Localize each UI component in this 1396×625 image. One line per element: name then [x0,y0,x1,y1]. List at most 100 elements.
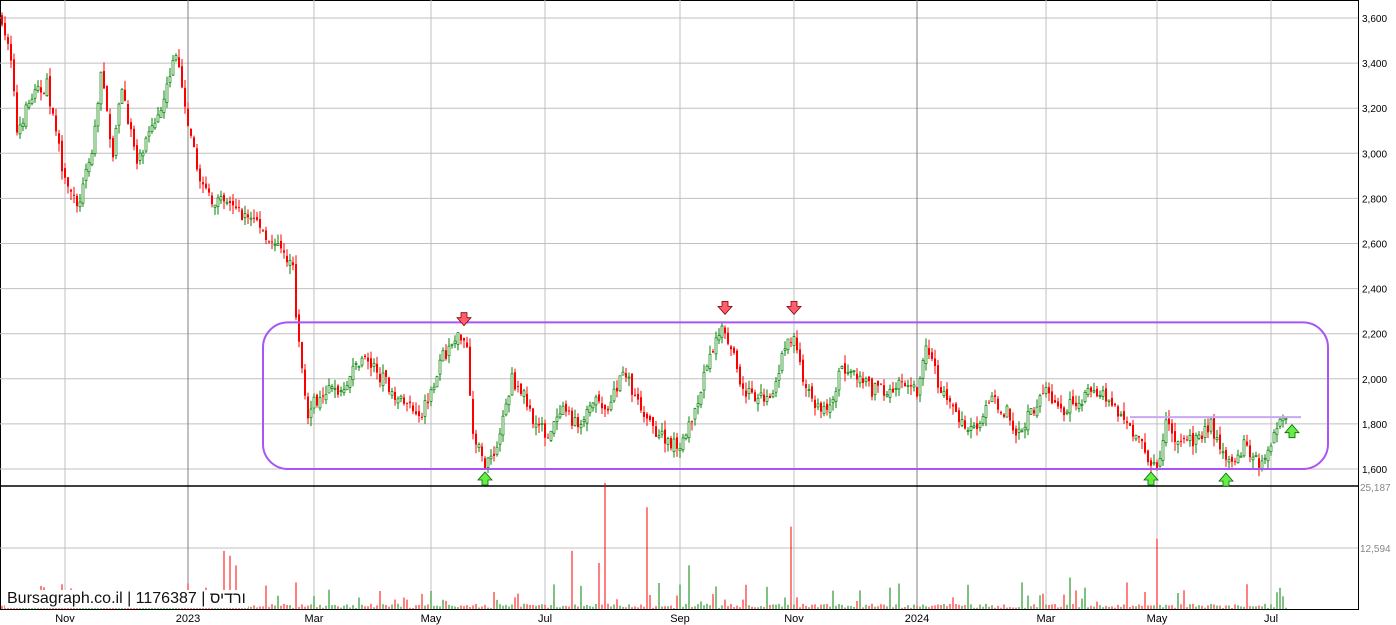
candle-body [1242,439,1246,457]
candle-body [241,209,243,221]
candle-body [1150,460,1152,466]
candle-body [1012,420,1014,431]
candle-body [892,388,894,393]
candle-body [955,403,957,412]
candle-body [460,334,462,341]
candle-body [99,71,103,105]
candle-body [649,416,651,421]
candle-body [1090,387,1092,392]
candle-body [423,400,427,417]
candle-body [1194,435,1198,445]
candle-body [202,182,204,185]
candle-body [196,148,198,170]
candle-body [276,243,280,246]
candle-body [666,438,670,445]
candle-body [777,373,781,381]
price-tick-label: 2,600 [1362,240,1387,251]
candle-body [708,353,712,369]
candle-body [846,371,850,374]
candle-body [1180,440,1182,442]
candle-body [1044,387,1048,394]
candle-body [552,421,556,434]
candle-body [871,378,873,397]
candle-body [1080,404,1084,406]
candle-body [885,394,889,397]
candle-body [657,435,661,438]
candle-body [256,217,258,220]
candle-body [216,197,220,207]
candle-body [477,444,481,448]
candle-body [573,417,577,426]
candle-body [339,390,343,392]
candle-body [1239,455,1243,458]
time-tick-label: Mar [305,613,324,625]
candle-body [21,122,25,127]
candle-body [1038,395,1042,407]
candle [133,125,135,151]
candle-body [229,201,231,204]
candle-body [897,379,901,390]
candle-body [1,15,3,25]
watermark-sep: | [122,590,136,607]
candle-body [265,230,267,241]
candle-body [1029,408,1033,415]
candle [469,338,471,396]
candle-body [67,177,69,187]
candle-body [394,391,396,400]
time-tick-label: 2023 [176,613,200,625]
candle-body [1176,441,1180,445]
candle-body [652,417,654,426]
candle-body [565,403,567,412]
candle-body [33,89,37,99]
candle [618,375,622,392]
price-tick-label: 1,800 [1362,420,1387,431]
candle-body [928,348,930,355]
chart-canvas[interactable]: 1,600 1,800 2,000 2,200 2,400 2,600 2,800 3,000… [0,0,1396,625]
candle-body [418,411,420,417]
candle-body [1221,451,1225,454]
time-tick-label: Sep [670,613,690,625]
candle-body [223,194,225,202]
candle-body [1272,432,1276,444]
candle-body [36,86,40,91]
candle-body [627,376,631,379]
candle-body [141,152,145,157]
candle-body [409,401,411,404]
candle-body [45,78,49,96]
candle-body [64,168,66,178]
candle-body [354,363,358,365]
candle-body [1236,454,1240,464]
candle-body [751,388,753,393]
candle [1005,404,1009,418]
candle-body [1209,418,1213,432]
candle-body [1219,434,1221,450]
candle-body [10,43,12,61]
candle-body [253,217,255,219]
candle-body [699,392,703,405]
candle [241,207,243,221]
watermark-sep: | [196,590,210,607]
candle-body [262,230,264,232]
candle-body [498,433,502,445]
candle-body [724,327,726,334]
candle-body [783,348,787,351]
candle-body [730,346,732,350]
candle-body [73,194,75,196]
candle-body [733,347,735,353]
candle-body [705,365,709,371]
candle-body [156,114,160,123]
candle-body [864,378,868,382]
candle-body [555,416,559,422]
candle-body [786,338,790,351]
candle-body [514,372,516,390]
candle-body [805,383,807,389]
candle-body [571,410,573,426]
candle-body [774,381,778,393]
candle-body [1098,394,1102,397]
candle-body [495,446,499,455]
candle-body [631,373,633,395]
candle-body [1114,403,1116,406]
candle-body [316,394,318,406]
candle-body [112,138,114,158]
candle-body [1263,457,1267,460]
